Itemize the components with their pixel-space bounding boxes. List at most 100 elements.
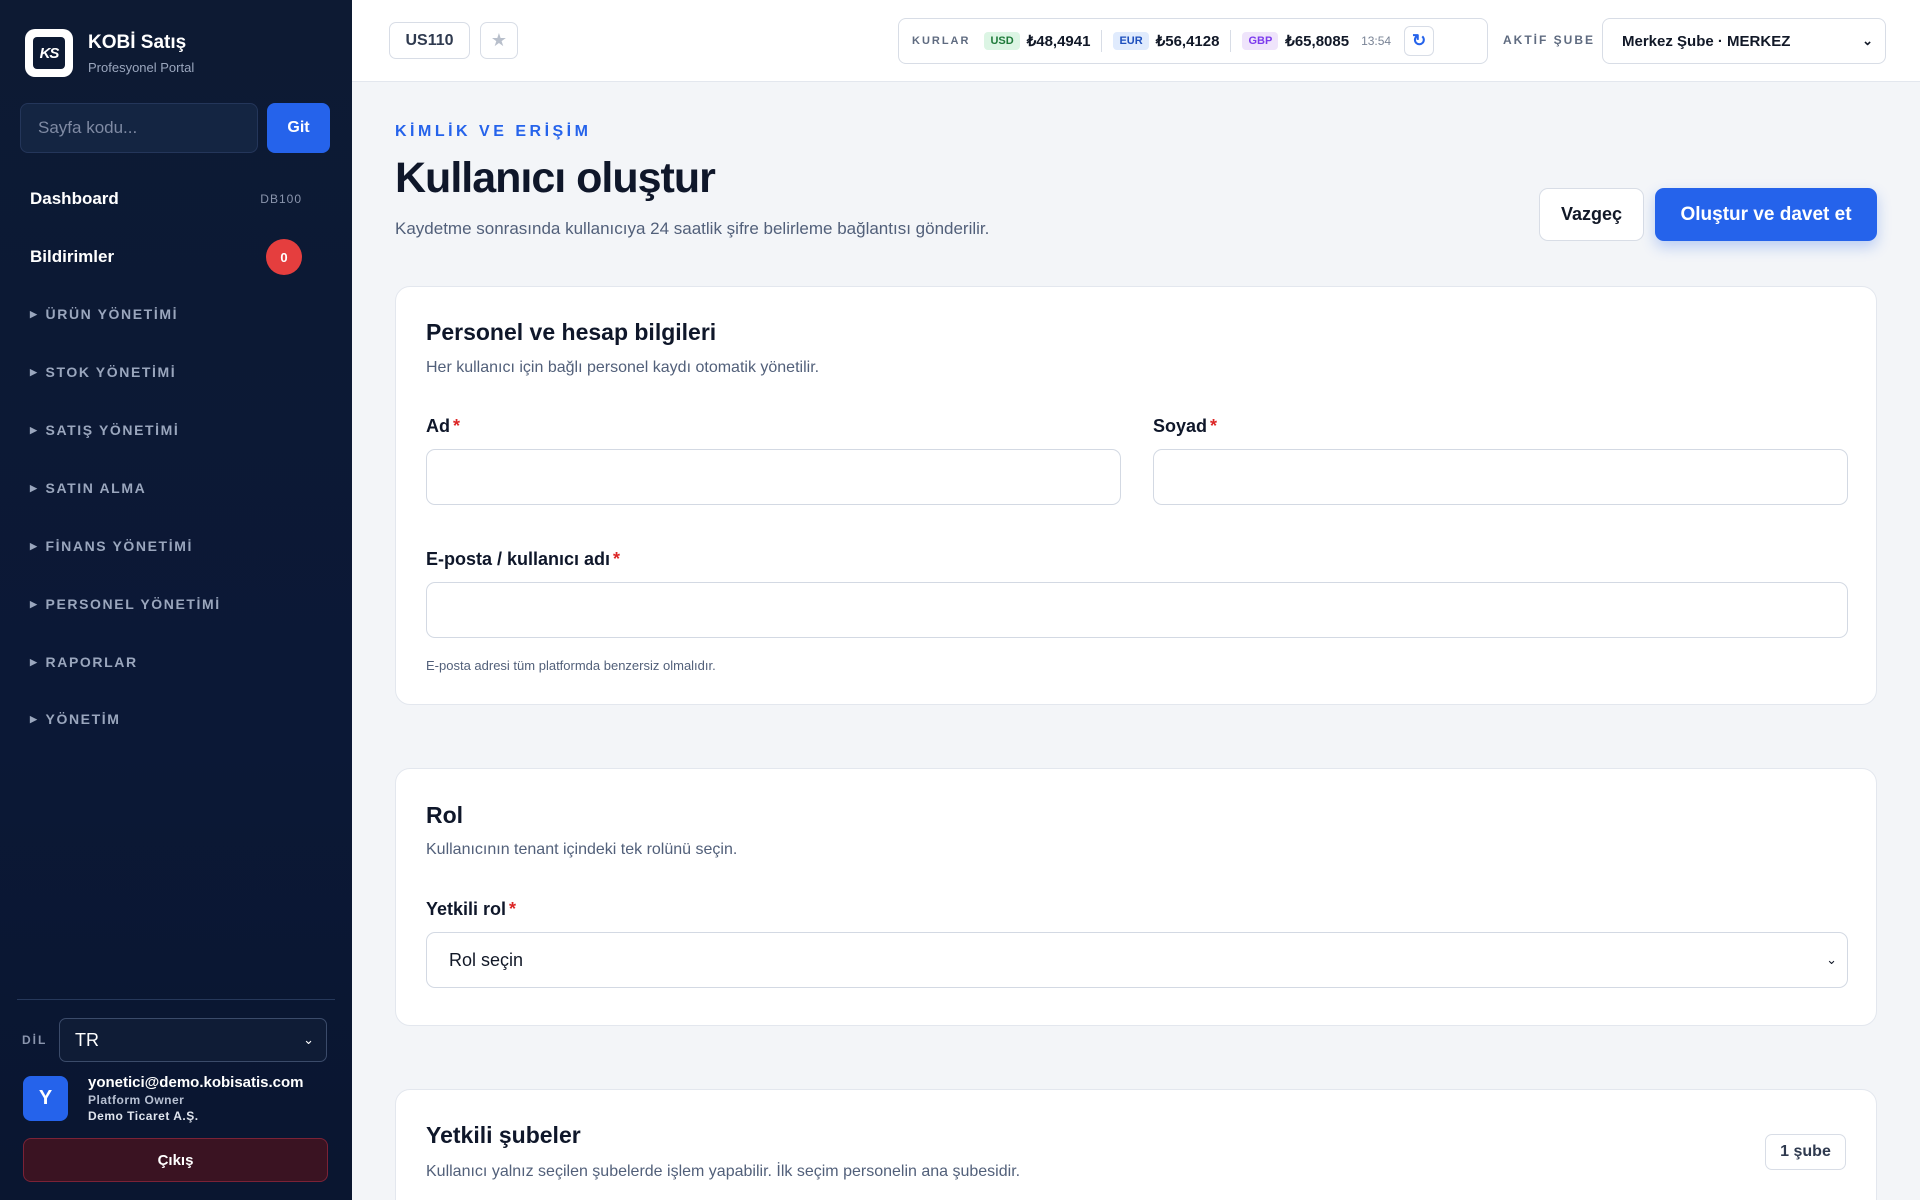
sidebar-group-stok-yonetimi[interactable]: ▶ STOK YÖNETİMİ: [30, 364, 176, 380]
go-button[interactable]: Git: [267, 103, 330, 153]
page-code-label: DB100: [260, 192, 302, 206]
language-select[interactable]: TR ⌄: [59, 1018, 327, 1062]
sidebar: KS KOBİ Satış Profesyonel Portal Git Das…: [0, 0, 352, 1200]
page-code-input[interactable]: [20, 103, 258, 153]
sidebar-item-dashboard[interactable]: Dashboard DB100: [30, 189, 302, 209]
label-text: Soyad: [1153, 416, 1208, 436]
first-name-label: Ad *: [426, 416, 460, 437]
chevron-down-icon: ⌄: [303, 1032, 314, 1047]
brand-name: KOBİ Satış: [88, 31, 187, 53]
caret-right-icon: ▶: [30, 366, 39, 377]
sidebar-group-urun-yonetimi[interactable]: ▶ ÜRÜN YÖNETİMİ: [30, 306, 178, 322]
caret-right-icon: ▶: [30, 598, 39, 609]
email-label: E-posta / kullanıcı adı *: [426, 549, 620, 570]
user-profile: Y yonetici@demo.kobisatis.com Platform O…: [23, 1074, 304, 1123]
card-title: Yetkili şubeler: [426, 1122, 581, 1148]
role-select[interactable]: Rol seçin ⌄: [426, 932, 1848, 988]
sidebar-group-label: RAPORLAR: [45, 654, 138, 670]
language-value: TR: [75, 1029, 99, 1050]
caret-right-icon: ▶: [30, 713, 39, 724]
sidebar-divider: [17, 999, 335, 1000]
sidebar-group-label: ÜRÜN YÖNETİMİ: [45, 306, 179, 322]
rates-label: KURLAR: [912, 35, 971, 47]
role-card: Rol Kullanıcının tenant içindeki tek rol…: [395, 768, 1877, 1026]
required-mark: *: [453, 416, 461, 436]
card-title: Personel ve hesap bilgileri: [426, 319, 717, 345]
first-name-input[interactable]: [426, 449, 1121, 505]
role-label: Yetkili rol *: [426, 899, 516, 920]
caret-right-icon: ▶: [30, 540, 39, 551]
gbp-tag: GBP: [1242, 32, 1279, 50]
sidebar-group-label: SATIŞ YÖNETİMİ: [45, 422, 180, 438]
favorite-button[interactable]: ★: [480, 22, 518, 59]
required-mark: *: [509, 899, 517, 919]
refresh-rates-button[interactable]: ↻: [1404, 26, 1435, 56]
user-role: Platform Owner: [88, 1093, 185, 1107]
chevron-down-icon: ⌄: [1862, 33, 1873, 48]
eur-tag: EUR: [1113, 32, 1149, 50]
sidebar-group-label: PERSONEL YÖNETİMİ: [45, 596, 221, 612]
page-code-chip: US110: [389, 22, 470, 59]
sidebar-group-satin-alma[interactable]: ▶ SATIN ALMA: [30, 480, 146, 496]
sidebar-item-notifications[interactable]: Bildirimler 0: [30, 239, 302, 275]
branch-count-chip: 1 şube: [1765, 1134, 1846, 1170]
sidebar-group-personel-yonetimi[interactable]: ▶ PERSONEL YÖNETİMİ: [30, 596, 221, 612]
caret-right-icon: ▶: [30, 424, 39, 435]
role-select-value: Rol seçin: [449, 949, 524, 970]
sidebar-group-label: YÖNETİM: [45, 711, 121, 727]
label-text: Ad: [426, 416, 450, 436]
sidebar-group-label: SATIN ALMA: [45, 480, 147, 496]
card-description: Kullanıcının tenant içindeki tek rolünü …: [426, 841, 738, 858]
sidebar-group-yonetim[interactable]: ▶ YÖNETİM: [30, 711, 121, 727]
sidebar-group-raporlar[interactable]: ▶ RAPORLAR: [30, 654, 138, 670]
usd-rate: ₺48,4941: [1026, 33, 1091, 50]
create-and-invite-button[interactable]: Oluştur ve davet et: [1655, 188, 1877, 241]
exchange-rates: KURLAR USD ₺48,4941 EUR ₺56,4128 GBP ₺65…: [898, 18, 1488, 64]
chevron-down-icon: ⌄: [1826, 952, 1837, 967]
branches-card: Yetkili şubeler Kullanıcı yalnız seçilen…: [395, 1089, 1877, 1200]
required-mark: *: [1210, 416, 1218, 436]
label-text: E-posta / kullanıcı adı: [426, 549, 611, 569]
brand-logo: KS: [25, 29, 73, 77]
sidebar-item-label: Dashboard: [30, 189, 119, 208]
sidebar-group-label: STOK YÖNETİMİ: [45, 364, 177, 380]
avatar: Y: [23, 1076, 68, 1121]
sidebar-group-satis-yonetimi[interactable]: ▶ SATIŞ YÖNETİMİ: [30, 422, 179, 438]
brand[interactable]: KS KOBİ Satış Profesyonel Portal: [25, 29, 194, 77]
brand-subtitle: Profesyonel Portal: [88, 59, 195, 75]
card-description: Kullanıcı yalnız seçilen şubelerde işlem…: [426, 1163, 1021, 1180]
caret-right-icon: ▶: [30, 308, 39, 319]
page-description: Kaydetme sonrasında kullanıcıya 24 saatl…: [395, 219, 990, 238]
sidebar-group-label: FİNANS YÖNETİMİ: [45, 538, 193, 554]
cancel-button[interactable]: Vazgeç: [1539, 188, 1644, 241]
last-name-input[interactable]: [1153, 449, 1848, 505]
notification-count-badge: 0: [266, 239, 302, 275]
last-name-label: Soyad *: [1153, 416, 1217, 437]
user-email: yonetici@demo.kobisatis.com: [88, 1074, 304, 1091]
logo-mark: KS: [33, 37, 65, 69]
personal-info-card: Personel ve hesap bilgileri Her kullanıc…: [395, 286, 1877, 705]
user-company: Demo Ticaret A.Ş.: [88, 1109, 199, 1123]
active-branch-value: Merkez Şube · MERKEZ: [1622, 32, 1791, 50]
eur-rate: ₺56,4128: [1155, 33, 1220, 50]
email-input[interactable]: [426, 582, 1848, 638]
language-label: DİL: [22, 1033, 48, 1047]
card-title: Rol: [426, 802, 464, 828]
divider: [1101, 30, 1103, 52]
active-branch-label: AKTİF ŞUBE: [1503, 33, 1595, 47]
sidebar-group-finans-yonetimi[interactable]: ▶ FİNANS YÖNETİMİ: [30, 538, 193, 554]
rates-time: 13:54: [1361, 34, 1392, 48]
sidebar-item-label: Bildirimler: [30, 247, 115, 266]
page-eyebrow: KİMLİK VE ERİŞİM: [395, 123, 592, 140]
logout-button[interactable]: Çıkış: [23, 1138, 328, 1182]
required-mark: *: [613, 549, 621, 569]
divider: [1230, 30, 1232, 52]
caret-right-icon: ▶: [30, 482, 39, 493]
refresh-icon: ↻: [1411, 31, 1427, 50]
language-row: DİL TR ⌄: [22, 1018, 327, 1062]
star-icon: ★: [490, 30, 508, 50]
page-jump: Git: [20, 103, 330, 153]
page-title: Kullanıcı oluştur: [395, 154, 716, 202]
active-branch-select[interactable]: Merkez Şube · MERKEZ ⌄: [1602, 18, 1886, 64]
caret-right-icon: ▶: [30, 656, 39, 667]
